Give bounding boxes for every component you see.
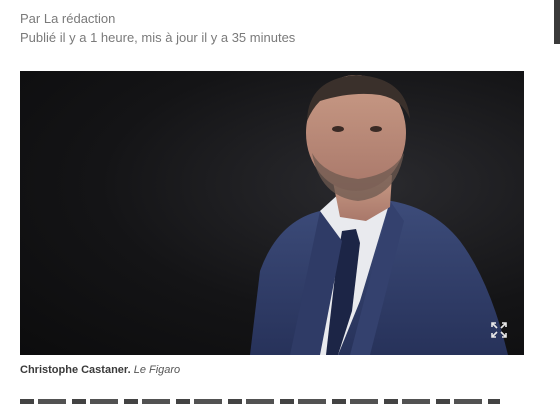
caption-credit: Le Figaro (133, 364, 181, 376)
expand-icon (490, 321, 508, 339)
caption-name: Christophe Castaner. (20, 364, 131, 376)
article-photo[interactable] (20, 71, 524, 355)
photo-caption: Christophe Castaner. Le Figaro (20, 363, 180, 377)
portrait-image (250, 75, 508, 355)
article-byline: Par La rédaction Publié il y a 1 heure, … (20, 10, 295, 46)
author-line: Par La rédaction (20, 11, 116, 26)
window-edge (554, 0, 560, 404)
publication-time: Publié il y a 1 heure, mis à jour il y a… (20, 30, 296, 45)
truncated-text-line (20, 399, 500, 404)
expand-image-button[interactable] (486, 317, 512, 343)
